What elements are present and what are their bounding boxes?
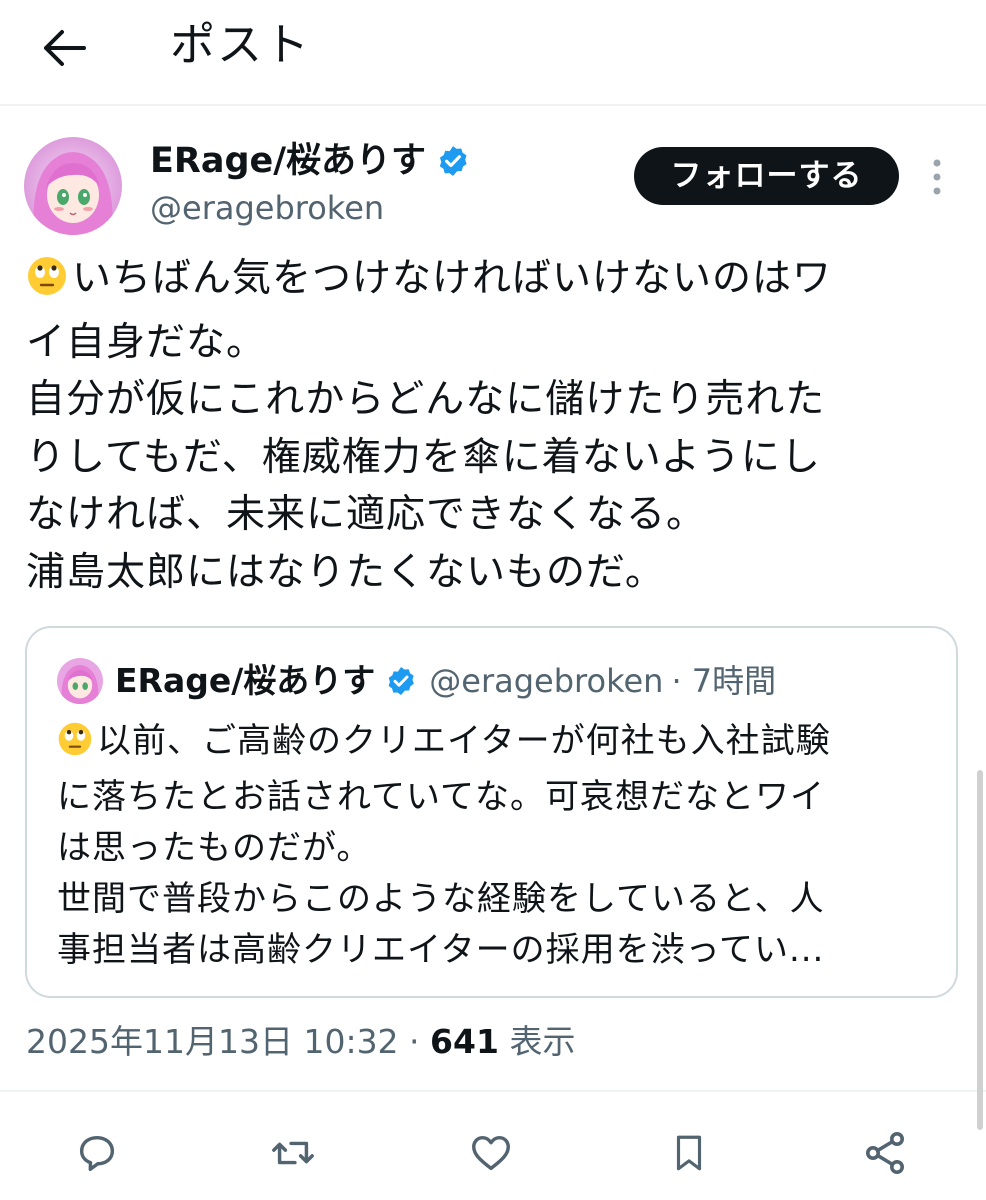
more-vertical-icon <box>933 159 941 195</box>
heart-icon <box>472 1135 510 1171</box>
quoted-author-avatar <box>57 658 103 704</box>
page-title: ポスト <box>170 18 312 71</box>
quoted-post-header: ERage/桜ありす @eragebroken · 7時間 <box>115 658 776 704</box>
quoted-author-name: ERage/桜ありす <box>115 661 376 700</box>
post-text-line: りしてもだ、権威権力を傘に着ないようにし <box>26 434 821 480</box>
post-body: いちばん気をつけなければいけないのはワ イ自身だな。 自分が仮にこれからどんなに… <box>26 250 956 601</box>
post-text-line: いちばん気をつけなければいけないのはワ <box>26 250 956 314</box>
top-bar: ポスト <box>0 0 986 106</box>
face-rolling-eyes-icon <box>57 721 93 772</box>
reply-icon <box>79 1135 115 1172</box>
quoted-text-line: 事担当者は高齢クリエイターの採用を渋ってい... <box>57 930 825 970</box>
view-count[interactable]: 641 <box>430 1022 499 1061</box>
timestamp-separator: · <box>398 1022 431 1061</box>
action-bar-divider <box>0 1090 986 1092</box>
author-avatar[interactable] <box>24 137 122 235</box>
verified-badge-icon <box>388 667 415 695</box>
post-page: ポスト ERage/桜ありす @eragebroken フォローする いちばん気… <box>0 0 986 1200</box>
bookmark-icon <box>676 1135 702 1171</box>
more-options-button[interactable] <box>922 155 952 199</box>
quoted-text-line: に落ちたとお話されていてな。可哀想だなとワイ <box>57 777 825 817</box>
arrow-left-icon <box>44 30 86 66</box>
quoted-text-line: 以前、ご高齢のクリエイターが何社も入社試験 <box>57 716 937 772</box>
quoted-text-line: 世間で普段からこのような経験をしていると、人 <box>57 879 825 919</box>
quoted-text-line: は思ったものだが。 <box>57 828 372 868</box>
share-icon <box>866 1132 904 1174</box>
repost-button[interactable] <box>268 1128 318 1178</box>
quoted-author-handle: @eragebroken <box>429 662 664 700</box>
action-bar <box>0 1090 986 1200</box>
post-timestamp-row: 2025年11月13日 10:32 · 641 表示 <box>26 1018 575 1066</box>
like-button[interactable] <box>466 1128 516 1178</box>
back-button[interactable] <box>36 20 92 76</box>
post-text-line: なければ、未来に適応できなくなる。 <box>26 492 707 537</box>
follow-button[interactable]: フォローする <box>634 147 899 205</box>
face-rolling-eyes-icon <box>26 255 68 314</box>
post-timestamp[interactable]: 2025年11月13日 10:32 <box>26 1022 399 1061</box>
repost-icon <box>272 1141 314 1165</box>
post-text-line: イ自身だな。 <box>26 319 267 365</box>
share-button[interactable] <box>860 1128 910 1178</box>
verified-badge-icon <box>439 146 467 176</box>
view-count-label: 表示 <box>509 1022 576 1061</box>
author-handle[interactable]: @eragebroken <box>150 186 384 230</box>
quoted-post-card[interactable]: ERage/桜ありす @eragebroken · 7時間 以前、ご高齢のクリエ… <box>25 626 958 998</box>
bookmark-button[interactable] <box>664 1128 714 1178</box>
post-text-line: 自分が仮にこれからどんなに儲けたり売れた <box>26 377 826 422</box>
quoted-post-body: 以前、ご高齢のクリエイターが何社も入社試験 に落ちたとお話されていてな。可哀想だ… <box>57 716 937 976</box>
quoted-post-time: · 7時間 <box>671 662 777 700</box>
post-text-line: 浦島太郎にはなりたくないものだ。 <box>26 549 665 595</box>
author-name[interactable]: ERage/桜ありす <box>150 136 470 186</box>
reply-button[interactable] <box>72 1128 122 1178</box>
scrollbar-thumb[interactable] <box>977 770 983 1130</box>
author-name-text: ERage/桜ありす <box>150 141 427 181</box>
